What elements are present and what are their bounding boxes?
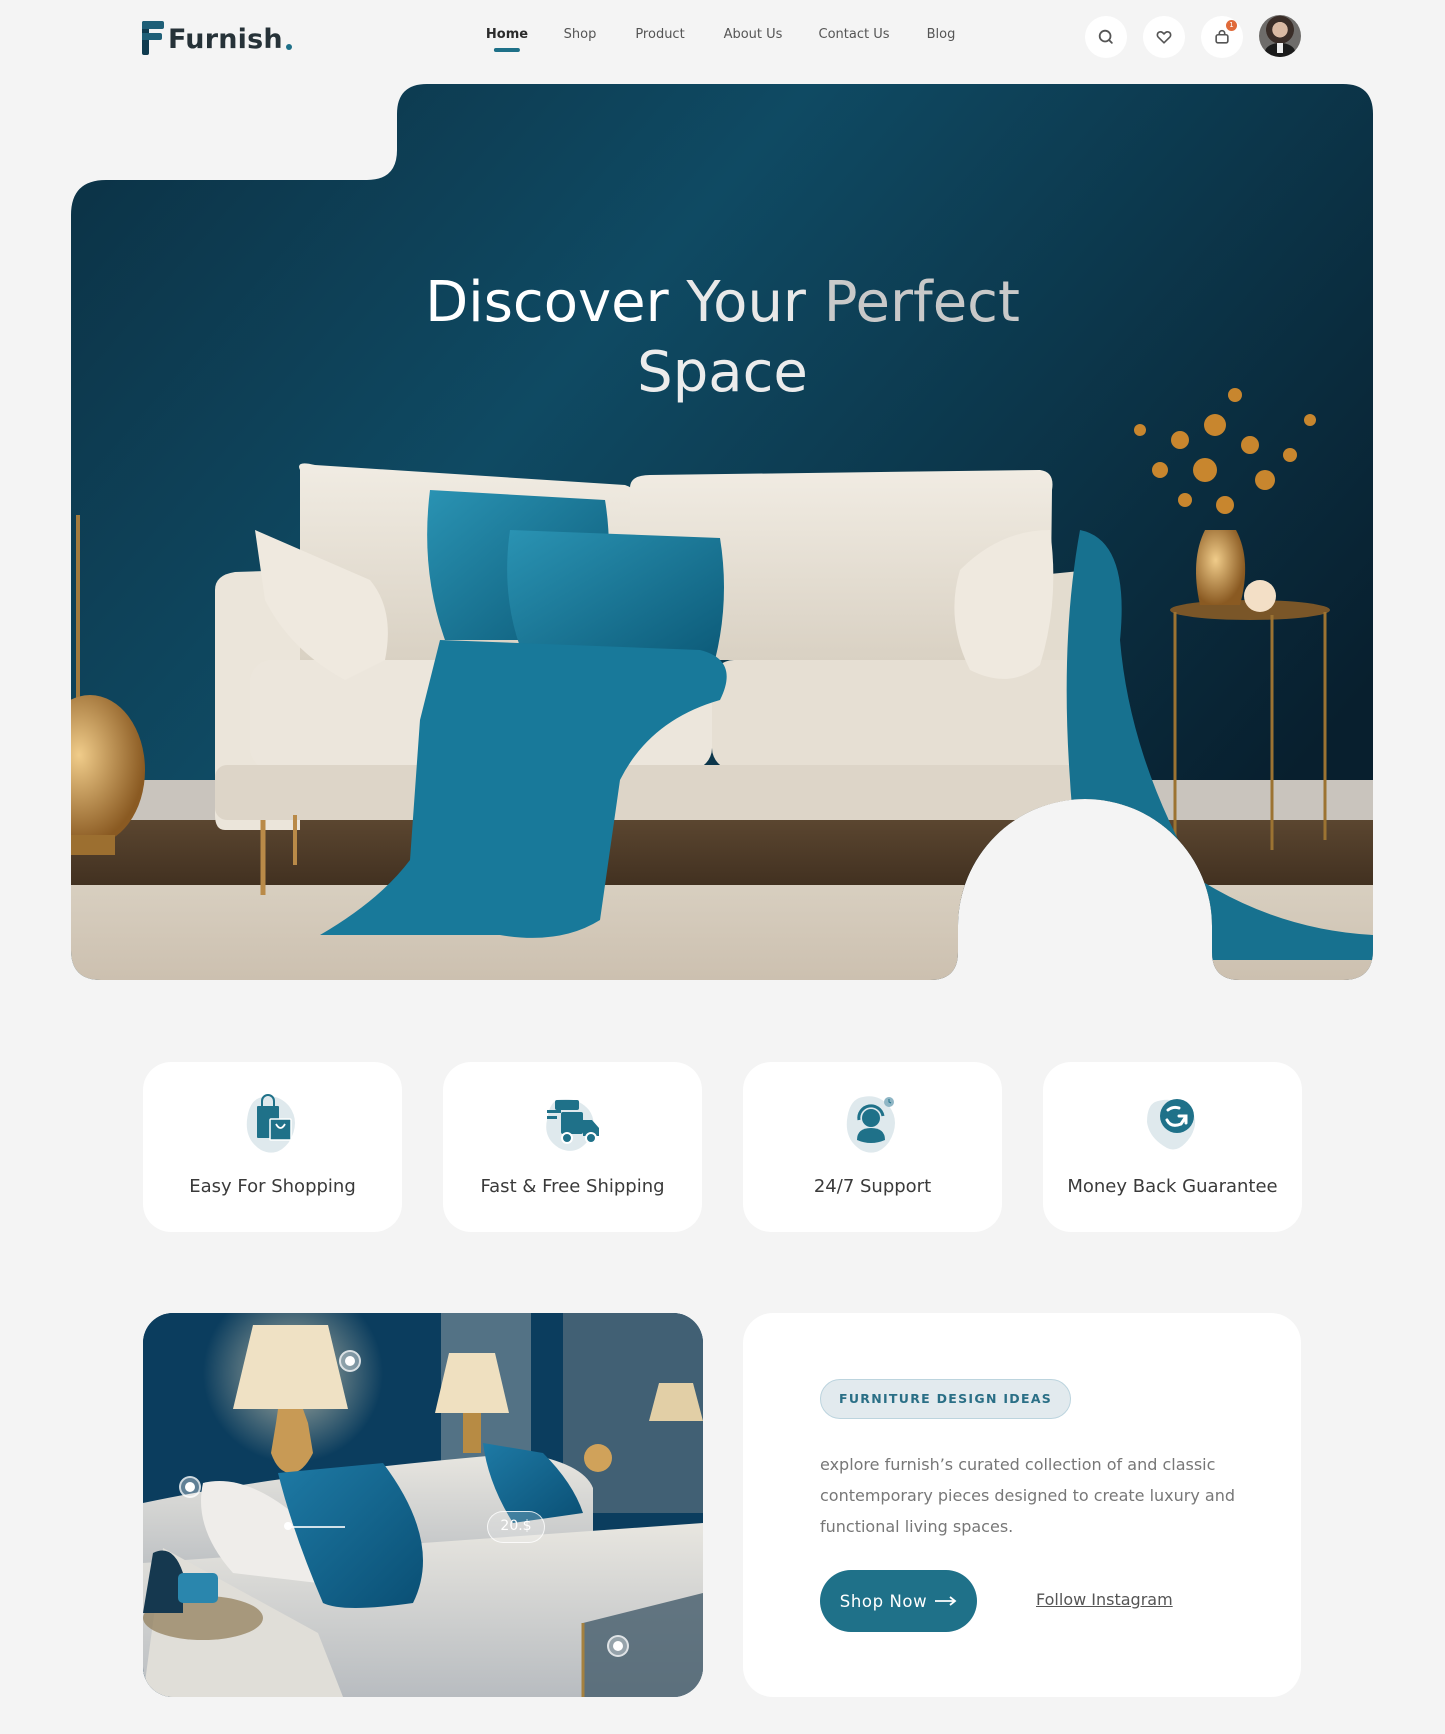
hero-image — [71, 84, 1373, 980]
follow-instagram-link[interactable]: Follow Instagram — [1036, 1590, 1173, 1609]
price-pointer-line — [289, 1526, 345, 1528]
showcase-photo — [143, 1313, 703, 1697]
design-ideas-card: FURNITURE DESIGN IDEAS explore furnish’s… — [743, 1313, 1301, 1697]
product-hotspot-sofa[interactable] — [179, 1476, 201, 1498]
feature-card-money-back: Money Back Guarantee — [1043, 1062, 1302, 1232]
description: explore furnish’s curated collection of … — [820, 1455, 1236, 1536]
feature-label: 24/7 Support — [813, 1176, 932, 1197]
arrow-right-icon — [935, 1596, 957, 1606]
money-back-icon — [1146, 1099, 1195, 1150]
shopping-bags-icon — [246, 1094, 295, 1153]
feature-card-easy-shopping: Easy For Shopping — [143, 1062, 402, 1232]
price-tag[interactable]: 20.$ — [487, 1511, 545, 1543]
product-hotspot-lamp[interactable] — [339, 1350, 361, 1372]
hero-banner: Discover Your Perfect Space — [0, 0, 1445, 1000]
feature-card-support: 24/7 Support — [743, 1062, 1002, 1232]
shop-now-label: Shop Now — [839, 1591, 928, 1611]
feature-card-shipping: Fast & Free Shipping — [443, 1062, 702, 1232]
product-hotspot-table[interactable] — [607, 1635, 629, 1657]
support-agent-icon — [846, 1096, 895, 1153]
feature-label: Money Back Guarantee — [1067, 1176, 1278, 1197]
hero-title: Discover Your Perfect Space — [425, 270, 1020, 405]
shop-now-button[interactable]: Shop Now — [820, 1570, 977, 1632]
category-tag: FURNITURE DESIGN IDEAS — [820, 1379, 1072, 1419]
delivery-truck-icon — [545, 1099, 599, 1151]
feature-label: Fast & Free Shipping — [480, 1176, 665, 1197]
feature-label: Easy For Shopping — [189, 1176, 356, 1197]
